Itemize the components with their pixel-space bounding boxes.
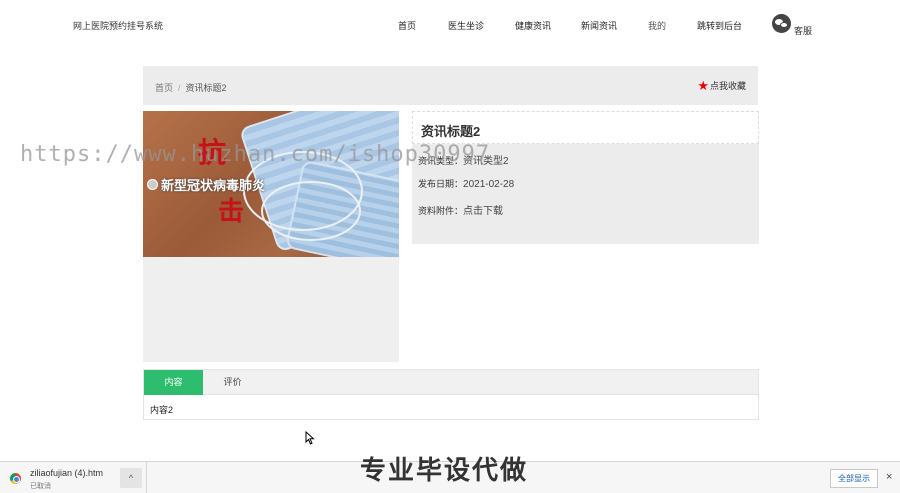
tab-panel: 内容2 <box>143 395 759 420</box>
tab-panel-text: 内容2 <box>150 405 174 415</box>
info-attachment-row: 资料附件：点击下载 <box>418 202 503 217</box>
download-bar: ziliaofujian (4).htm 已取消 ^ 专业毕设代做 全部显示 × <box>0 455 900 493</box>
breadcrumb-current: 资讯标题2 <box>185 83 227 93</box>
chevron-up-icon[interactable]: ^ <box>120 468 142 488</box>
date-label: 发布日期： <box>418 179 464 189</box>
calligraphy-bottom: 击 <box>218 197 245 227</box>
nav-admin[interactable]: 跳转到后台 <box>697 19 742 32</box>
show-all-button[interactable]: 全部显示 <box>830 469 878 488</box>
site-header: 网上医院预约挂号系统 首页 医生坐诊 健康资讯 新闻资讯 我的 跳转到后台 客服 <box>0 0 900 50</box>
favorite-label[interactable]: 点我收藏 <box>710 79 746 92</box>
tab-bar: 内容 评价 <box>143 369 759 395</box>
mouse-cursor-icon <box>305 431 315 445</box>
download-status: 已取消 <box>30 483 51 490</box>
promo-text: 专业毕设代做 <box>360 455 529 485</box>
photo-caption: 新型冠状病毒肺炎 <box>147 175 265 194</box>
close-icon[interactable]: × <box>886 471 892 483</box>
download-file-name[interactable]: ziliaofujian (4).htm <box>30 468 103 478</box>
favorite-button[interactable]: ★ 点我收藏 <box>697 79 746 92</box>
info-title-box: 资讯标题2 <box>412 111 759 144</box>
nav-health-news[interactable]: 健康资讯 <box>515 19 551 32</box>
tab-content[interactable]: 内容 <box>144 370 203 395</box>
tab-reviews[interactable]: 评价 <box>203 370 262 395</box>
attachment-label: 资料附件： <box>418 206 464 216</box>
article-title: 资讯标题2 <box>421 124 481 139</box>
breadcrumb-bar: 首页 / 资讯标题2 ★ 点我收藏 <box>143 66 758 105</box>
download-link[interactable]: 点击下载 <box>463 206 503 217</box>
star-icon[interactable]: ★ <box>697 79 709 92</box>
nav-home[interactable]: 首页 <box>398 19 416 32</box>
nav-news[interactable]: 新闻资讯 <box>581 19 617 32</box>
watermark: https://www.huzhan.com/ishop30997 <box>20 142 491 167</box>
chat-icon[interactable] <box>772 14 791 33</box>
breadcrumb-separator: / <box>178 83 181 93</box>
breadcrumb: 首页 / 资讯标题2 <box>155 81 227 94</box>
nav-mine[interactable]: 我的 <box>648 19 666 32</box>
service-label[interactable]: 客服 <box>794 24 812 37</box>
badge-icon <box>147 179 158 190</box>
info-date-row: 发布日期：2021-02-28 <box>418 177 514 190</box>
nav-doctors[interactable]: 医生坐诊 <box>448 19 484 32</box>
customer-service[interactable]: 客服 <box>772 14 812 36</box>
mask-strap-2 <box>261 181 361 241</box>
download-item[interactable]: ziliaofujian (4).htm 已取消 ^ <box>0 462 147 493</box>
breadcrumb-home[interactable]: 首页 <box>155 83 173 93</box>
site-title[interactable]: 网上医院预约挂号系统 <box>73 19 163 32</box>
chrome-icon <box>10 473 21 484</box>
date-value: 2021-02-28 <box>463 179 515 190</box>
news-cover-image: 抗 击 新型冠状病毒肺炎 <box>143 111 399 257</box>
photo-caption-text: 新型冠状病毒肺炎 <box>161 178 266 193</box>
